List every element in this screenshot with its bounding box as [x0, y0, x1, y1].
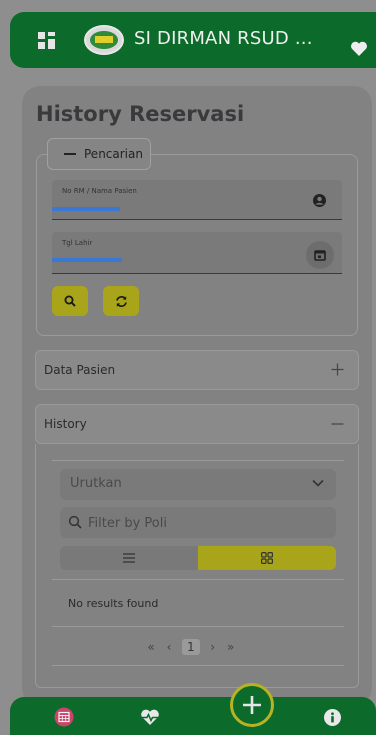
divider [52, 665, 344, 666]
date-picker-button[interactable] [306, 241, 334, 269]
list-view-button[interactable] [60, 546, 198, 570]
search-panel-toggle[interactable]: Pencarian [47, 138, 151, 170]
data-pasien-label: Data Pasien [44, 363, 116, 377]
add-reservation-button[interactable] [230, 683, 274, 727]
page-first-button[interactable]: « [146, 640, 156, 654]
data-pasien-accordion[interactable]: Data Pasien [35, 350, 359, 390]
filter-poli-box [60, 507, 336, 538]
view-toggle [60, 546, 336, 570]
refresh-icon [115, 295, 127, 307]
search-panel-label: Pencarian [84, 147, 143, 161]
divider [52, 626, 344, 627]
sort-select-value: Urutkan [70, 476, 122, 491]
add-icon [243, 696, 261, 714]
heart-pulse-icon[interactable] [140, 709, 160, 726]
page-last-button[interactable]: » [226, 640, 236, 654]
grid-view-icon [261, 552, 273, 564]
grid-view-button[interactable] [198, 546, 336, 570]
rm-name-field[interactable]: No RM / Nama Pasien [52, 180, 342, 220]
search-icon [64, 295, 76, 307]
plus-icon [331, 363, 344, 376]
app-logo [84, 25, 124, 55]
page-prev-button[interactable]: ‹ [164, 640, 174, 654]
list-icon [123, 553, 135, 563]
calendar-icon [314, 250, 326, 261]
dob-field[interactable]: Tgl Lahir [52, 232, 342, 274]
heart-icon[interactable] [350, 41, 368, 57]
search-icon [68, 515, 82, 529]
chevron-down-icon [312, 479, 324, 487]
rm-name-label: No RM / Nama Pasien [62, 187, 137, 195]
divider [52, 460, 344, 461]
sort-select[interactable]: Urutkan [60, 469, 336, 500]
grid-icon[interactable] [38, 32, 56, 50]
divider [52, 579, 344, 580]
search-button[interactable] [52, 286, 88, 316]
pagination: « ‹ 1 › » [146, 637, 236, 657]
user-circle-icon [313, 194, 326, 207]
refresh-button[interactable] [103, 286, 139, 316]
bottom-nav [10, 683, 376, 735]
dob-label: Tgl Lahir [62, 239, 93, 247]
minus-icon [331, 423, 344, 425]
minus-icon [64, 153, 76, 155]
calendar-icon[interactable] [54, 707, 74, 727]
app-header: SI DIRMAN RSUD ... [10, 12, 376, 68]
redacted-value [52, 207, 120, 211]
no-results-message: No results found [68, 597, 159, 610]
app-title: SI DIRMAN RSUD ... [134, 28, 313, 49]
page-next-button[interactable]: › [208, 640, 218, 654]
info-icon[interactable] [324, 709, 341, 726]
page-current[interactable]: 1 [182, 639, 200, 655]
page-title: History Reservasi [36, 102, 245, 126]
history-accordion[interactable]: History [35, 404, 359, 444]
filter-poli-input[interactable] [88, 513, 318, 533]
redacted-value [52, 258, 122, 262]
history-label: History [44, 417, 87, 431]
